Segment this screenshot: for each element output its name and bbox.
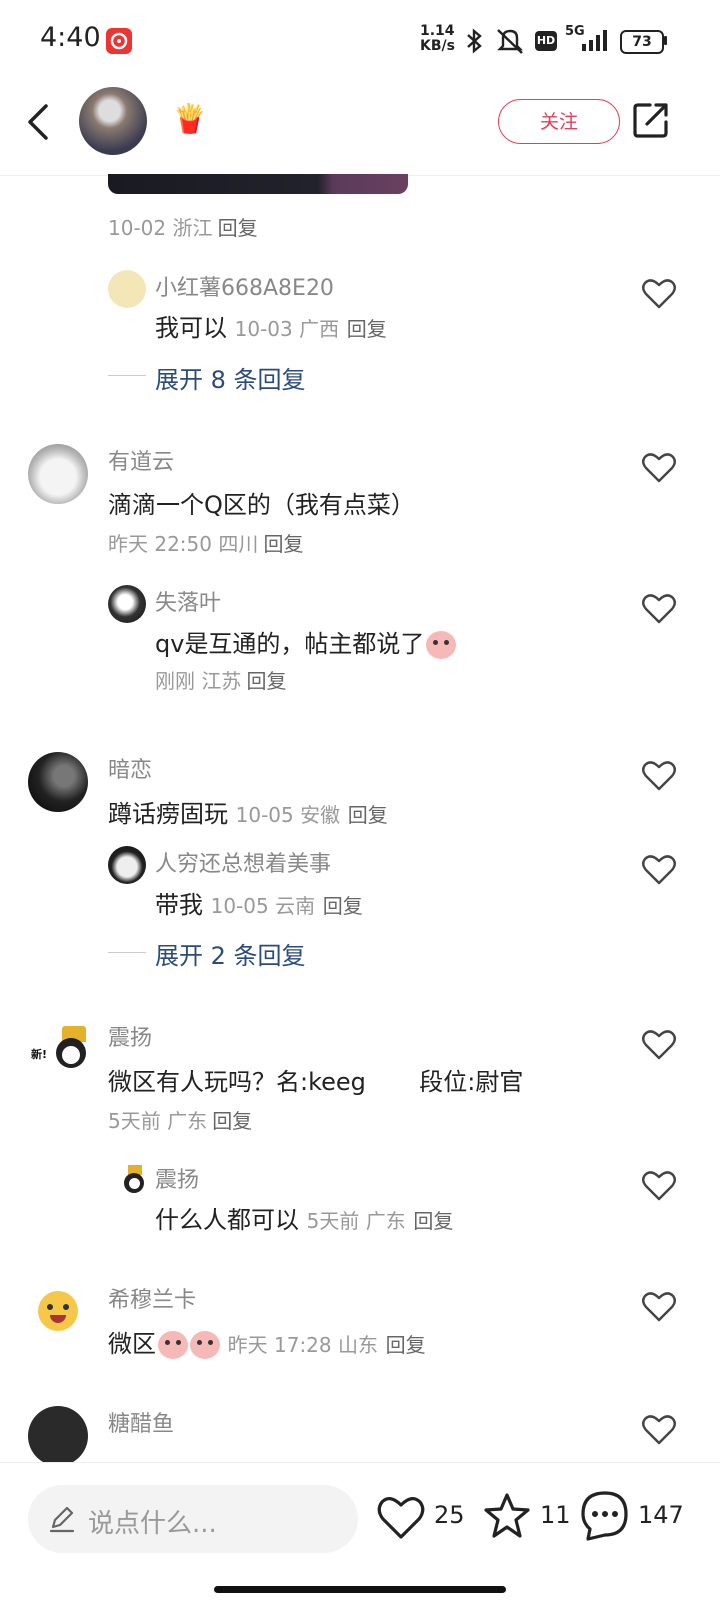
commenter-avatar[interactable]: 新! — [28, 1020, 90, 1082]
expand-divider — [108, 375, 146, 376]
like-heart-icon[interactable] — [641, 1027, 677, 1061]
like-count: 25 — [434, 1501, 465, 1529]
commenter-name[interactable]: 人穷还总想着美事 — [155, 846, 331, 878]
commenter-avatar[interactable] — [38, 1291, 78, 1331]
commenter-name[interactable]: 小红薯668A8E20 — [155, 270, 334, 302]
comment-image[interactable] — [108, 174, 408, 194]
comment-meta: 5天前 广东 回复 — [108, 1109, 253, 1133]
commenter-avatar[interactable] — [108, 270, 146, 308]
commenter-avatar[interactable] — [108, 585, 146, 623]
pig-emoji-icon — [190, 1331, 220, 1359]
reply-button[interactable]: 回复 — [386, 1333, 426, 1357]
favorite-star-icon[interactable] — [481, 1491, 533, 1541]
reply-button[interactable]: 回复 — [323, 894, 363, 918]
reply-button[interactable]: 回复 — [246, 669, 286, 693]
mute-icon — [497, 29, 523, 54]
reply-button[interactable]: 回复 — [263, 532, 303, 556]
commenter-name[interactable]: 震扬 — [155, 1162, 199, 1194]
comment-text: qv是互通的，帖主都说了 — [155, 624, 457, 659]
comment-text: 带我 10-05 云南 回复 — [155, 891, 363, 919]
bottom-bar: 说点什么... 25 11 147 — [0, 1462, 720, 1602]
back-icon[interactable] — [24, 102, 54, 142]
hd-badge: HD — [535, 31, 557, 51]
reply-button[interactable]: 回复 — [347, 317, 387, 341]
commenter-name[interactable]: 有道云 — [108, 444, 174, 476]
like-heart-icon[interactable] — [641, 276, 677, 310]
pig-emoji-icon — [426, 631, 457, 659]
author-avatar[interactable] — [79, 87, 147, 155]
expand-divider — [108, 952, 146, 953]
commenter-name[interactable]: 暗恋 — [108, 752, 152, 784]
like-heart-icon[interactable] — [641, 591, 677, 625]
follow-button[interactable]: 关注 — [498, 99, 620, 144]
favorite-count: 11 — [540, 1501, 571, 1529]
share-icon[interactable] — [632, 100, 670, 140]
comment-text: 滴滴一个Q区的（我有点菜） — [108, 491, 415, 519]
like-heart-icon[interactable] — [641, 1168, 677, 1202]
commenter-name[interactable]: 糖醋鱼 — [108, 1406, 174, 1438]
home-indicator[interactable] — [214, 1586, 506, 1593]
commenter-avatar[interactable] — [28, 444, 88, 504]
expand-replies-button[interactable]: 展开 2 条回复 — [155, 936, 306, 971]
like-heart-icon[interactable] — [641, 758, 677, 792]
comment-meta: 10-02 浙江 回复 — [108, 216, 258, 240]
comment-bubble-icon[interactable] — [578, 1489, 632, 1543]
author-name-emoji: 🍟 — [172, 102, 207, 135]
comment-text: 什么人都可以 5天前 广东 回复 — [155, 1206, 454, 1234]
comment-input-placeholder: 说点什么... — [88, 1509, 217, 1539]
commenter-name[interactable]: 震扬 — [108, 1020, 152, 1052]
commenter-avatar[interactable] — [108, 846, 146, 884]
comment-text: 微区有人玩吗？名:keeg 段位:尉官 — [108, 1068, 524, 1096]
status-time: 4:40 — [40, 22, 101, 53]
reply-button[interactable]: 回复 — [218, 216, 258, 240]
comment-text: 微区 昨天 17:28 山东 回复 — [108, 1330, 426, 1359]
netease-music-icon — [106, 28, 132, 54]
network-speed: 1.14 KB/s — [420, 23, 455, 54]
commenter-avatar[interactable] — [108, 1162, 146, 1200]
battery-tip — [664, 36, 667, 45]
comment-count: 147 — [638, 1501, 684, 1529]
comment-text: 我可以 10-03 广西 回复 — [155, 314, 387, 342]
expand-replies-button[interactable]: 展开 8 条回复 — [155, 360, 306, 395]
pencil-icon — [49, 1506, 75, 1533]
like-icon[interactable] — [376, 1493, 426, 1541]
comment-input[interactable]: 说点什么... — [28, 1485, 358, 1553]
comment-text: 蹲话痨固玩 10-05 安徽 回复 — [108, 800, 388, 828]
commenter-avatar[interactable] — [28, 1406, 88, 1466]
pig-emoji-icon — [158, 1331, 188, 1359]
like-heart-icon[interactable] — [641, 1289, 677, 1323]
commenter-name[interactable]: 希穆兰卡 — [108, 1282, 196, 1314]
battery-indicator: 73 — [620, 30, 664, 54]
commenter-name[interactable]: 失落叶 — [155, 585, 221, 617]
comment-meta: 昨天 22:50 四川 回复 — [108, 532, 304, 556]
commenter-avatar[interactable] — [28, 752, 88, 812]
like-heart-icon[interactable] — [641, 1412, 677, 1446]
like-heart-icon[interactable] — [641, 450, 677, 484]
like-heart-icon[interactable] — [641, 852, 677, 886]
reply-button[interactable]: 回复 — [348, 803, 388, 827]
signal-icon — [582, 30, 607, 51]
status-bar: 4:40 1.14 KB/s HD 5G 73 — [0, 0, 720, 80]
comment-meta: 刚刚 江苏 回复 — [155, 669, 287, 693]
header: 🍟 关注 — [0, 80, 720, 176]
reply-button[interactable]: 回复 — [212, 1109, 252, 1133]
bluetooth-icon — [467, 28, 482, 54]
reply-button[interactable]: 回复 — [413, 1209, 453, 1233]
